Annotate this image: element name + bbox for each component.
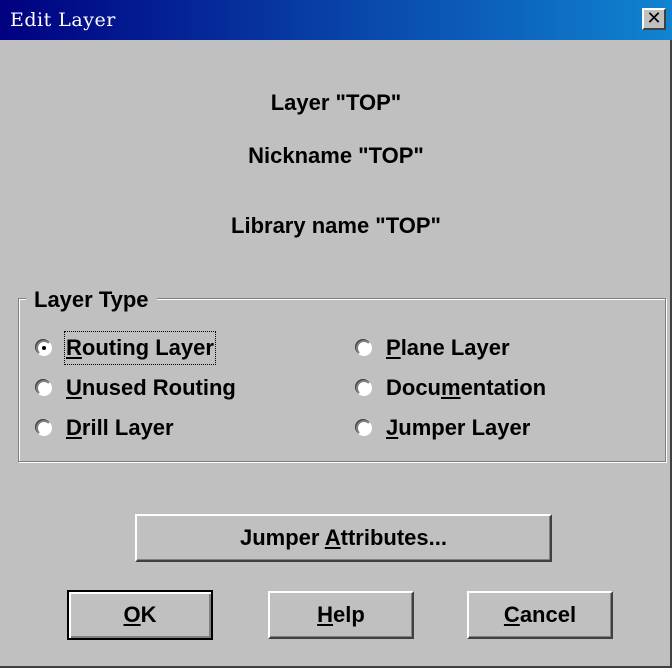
- ok-label: OK: [123, 602, 157, 627]
- radio-unused-routing-label: Unused Routing: [66, 375, 236, 400]
- window-title: Edit Layer: [10, 9, 116, 31]
- edit-layer-dialog: Edit Layer ✕ Layer "TOP" Nickname "TOP" …: [0, 0, 672, 668]
- title-bar[interactable]: Edit Layer ✕: [0, 0, 672, 40]
- radio-unchecked-icon: [356, 420, 372, 436]
- library-name-label: Library name "TOP": [231, 213, 441, 238]
- layer-type-legend: Layer Type: [26, 287, 157, 313]
- radio-drill-layer-label: Drill Layer: [66, 415, 174, 440]
- layer-label: Layer "TOP": [270, 90, 402, 115]
- radio-routing-layer-label: Routing Layer: [64, 331, 216, 365]
- ok-button[interactable]: OK: [67, 590, 213, 640]
- help-button[interactable]: Help: [268, 591, 414, 639]
- jumper-attributes-label: Jumper Attributes...: [239, 525, 447, 550]
- radio-plane-layer-label: Plane Layer: [386, 335, 510, 360]
- nickname-label: Nickname "TOP": [248, 143, 424, 168]
- radio-unchecked-icon: [356, 340, 372, 356]
- radio-documentation-label: Documentation: [386, 375, 547, 400]
- radio-jumper-layer-label: Jumper Layer: [386, 415, 531, 440]
- radio-unchecked-icon: [36, 420, 52, 436]
- close-icon: ✕: [646, 8, 662, 29]
- radio-unchecked-icon: [36, 380, 52, 396]
- jumper-attributes-button[interactable]: Jumper Attributes...: [135, 514, 552, 562]
- cancel-label: Cancel: [503, 602, 577, 627]
- cancel-button[interactable]: Cancel: [467, 591, 613, 639]
- close-button[interactable]: ✕: [642, 8, 666, 30]
- help-label: Help: [317, 602, 365, 627]
- radio-checked-icon: [36, 340, 52, 356]
- radio-unchecked-icon: [356, 380, 372, 396]
